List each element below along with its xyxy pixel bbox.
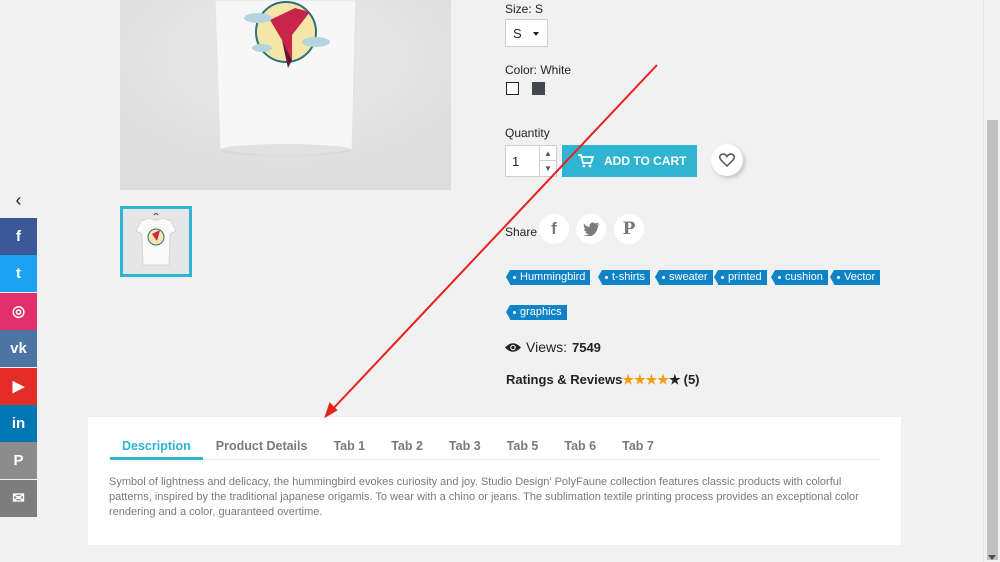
tab-tab-3[interactable]: Tab 3 — [436, 437, 494, 460]
description-text: Symbol of lightness and delicacy, the hu… — [109, 476, 859, 518]
tag-link[interactable]: cushion — [771, 270, 828, 285]
social-facebook-button[interactable]: f — [0, 218, 37, 255]
color-swatch-white[interactable] — [506, 82, 519, 95]
tag-link[interactable]: Hummingbird — [505, 270, 591, 285]
wishlist-button[interactable] — [711, 144, 743, 176]
youtube-icon: ▶ — [12, 378, 25, 396]
twitter-icon: t — [16, 265, 21, 283]
quantity-input[interactable]: 1 — [512, 154, 519, 169]
tab-tab-6[interactable]: Tab 6 — [551, 437, 609, 460]
tab-description[interactable]: Description — [110, 437, 203, 460]
star-icon: ★ — [645, 372, 658, 387]
scroll-down-arrow[interactable] — [988, 555, 996, 560]
share-pinterest-button[interactable]: P — [614, 214, 644, 244]
caret-down-icon — [533, 32, 539, 36]
size-select[interactable]: S — [505, 19, 548, 47]
product-views: Views: 7549 — [505, 339, 601, 355]
share-label: Share — [505, 225, 538, 239]
tag-link[interactable]: sweater — [655, 270, 713, 285]
twitter-icon — [582, 222, 600, 236]
share-facebook-button[interactable]: f — [539, 214, 569, 244]
ratings-reviews[interactable]: Ratings & Reviews ★★★★★ (5) — [506, 372, 700, 387]
tab-list: Description Product Details Tab 1 Tab 2 Tab … — [110, 437, 880, 460]
quantity-label: Quantity — [505, 126, 550, 140]
social-email-button[interactable]: ✉ — [0, 479, 37, 517]
ratings-label: Ratings & Reviews — [506, 372, 623, 387]
pinterest-icon: P — [13, 452, 24, 470]
product-main-image[interactable] — [120, 0, 451, 190]
quantity-decrement-button[interactable]: ▼ — [540, 161, 556, 176]
star-icon: ★ — [633, 372, 646, 387]
social-linkedin-button[interactable]: in — [0, 405, 37, 442]
star-icon: ★ — [622, 372, 634, 387]
size-label: Size: S — [505, 2, 544, 16]
views-label: Views: — [526, 339, 567, 355]
share-twitter-button[interactable] — [576, 214, 606, 244]
tag-link[interactable]: printed — [714, 270, 767, 285]
reviews-count: (5) — [683, 372, 700, 387]
product-tabs-panel: Description Product Details Tab 1 Tab 2 Tab … — [88, 417, 901, 545]
scrollbar[interactable] — [983, 0, 1000, 562]
social-vk-button[interactable]: vk — [0, 330, 37, 368]
instagram-icon: ◎ — [11, 303, 26, 321]
tag-link[interactable]: t-shirts — [598, 270, 650, 285]
tag-link[interactable]: graphics — [506, 305, 567, 320]
tab-tab-1[interactable]: Tab 1 — [320, 437, 378, 460]
tab-tab-7[interactable]: Tab 7 — [609, 437, 667, 460]
color-swatch-dark[interactable] — [532, 82, 545, 95]
social-twitter-button[interactable]: t — [0, 255, 37, 293]
pinterest-icon: P — [622, 219, 636, 239]
rating-stars: ★★★★★ — [622, 372, 680, 387]
social-youtube-button[interactable]: ▶ — [0, 367, 37, 405]
quantity-stepper[interactable]: 1 ▲ ▼ — [505, 145, 557, 177]
views-count: 7549 — [571, 339, 601, 355]
collapse-social-bar-button[interactable]: ‹ — [0, 184, 37, 216]
tab-product-details[interactable]: Product Details — [203, 437, 321, 460]
eye-icon — [505, 342, 521, 352]
star-icon: ★ — [668, 372, 681, 387]
chevron-left-icon: ‹ — [15, 189, 22, 210]
cart-icon — [578, 154, 594, 168]
linkedin-icon: in — [11, 415, 26, 432]
tag-link[interactable]: Vector — [829, 270, 881, 285]
product-thumbnail[interactable] — [120, 206, 192, 277]
add-to-cart-button[interactable]: ADD TO CART — [562, 145, 697, 177]
email-icon: ✉ — [12, 490, 25, 508]
heart-icon — [719, 153, 735, 167]
facebook-icon: f — [16, 228, 21, 245]
vk-icon: vk — [10, 340, 27, 358]
add-to-cart-label: ADD TO CART — [604, 154, 687, 168]
star-icon: ★ — [657, 372, 669, 387]
size-value: S — [513, 26, 522, 41]
tab-tab-2[interactable]: Tab 2 — [378, 437, 436, 460]
tab-tab-5[interactable]: Tab 5 — [494, 437, 552, 460]
scrollbar-thumb[interactable] — [987, 120, 998, 560]
facebook-icon: f — [551, 219, 557, 238]
social-pinterest-button[interactable]: P — [0, 442, 37, 480]
quantity-increment-button[interactable]: ▲ — [540, 146, 556, 161]
social-instagram-button[interactable]: ◎ — [0, 292, 37, 330]
color-label: Color: White — [505, 63, 572, 77]
